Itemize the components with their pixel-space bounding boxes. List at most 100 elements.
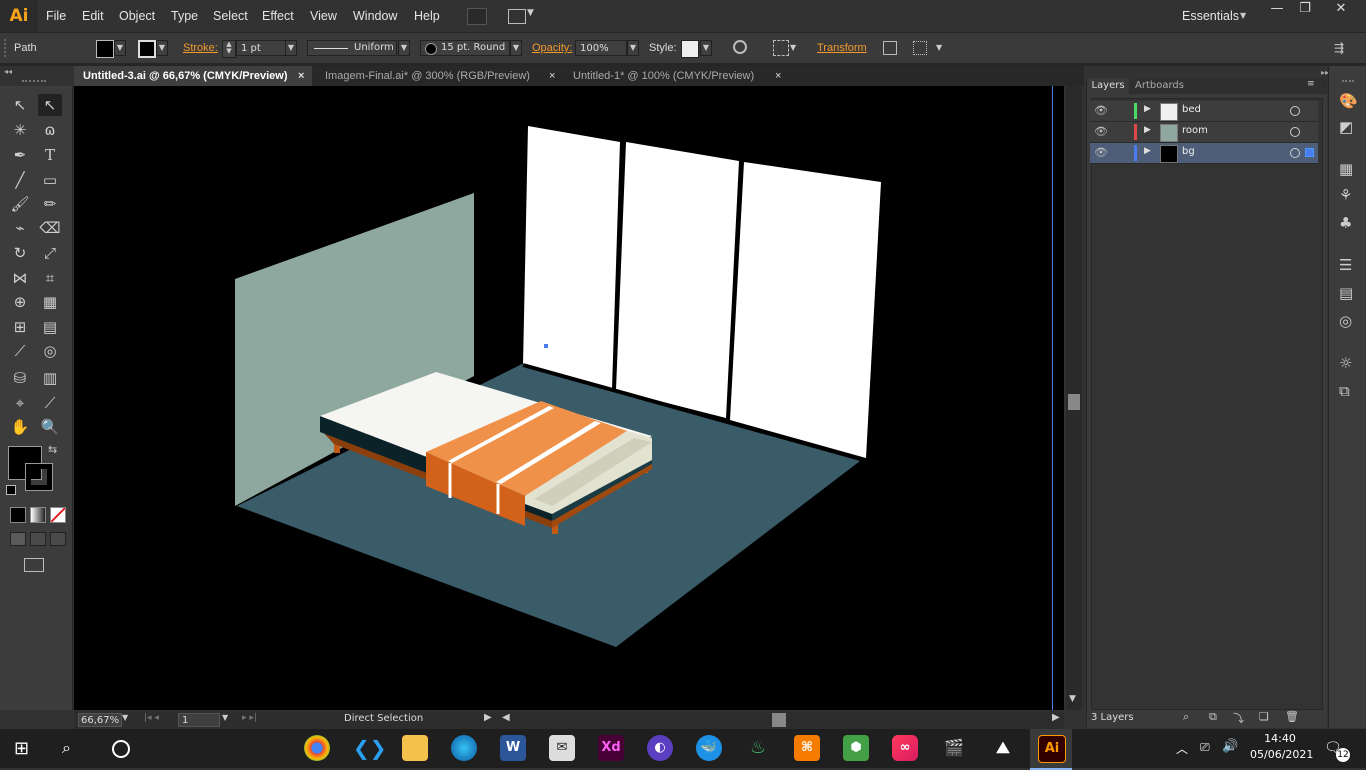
close-icon[interactable]: × <box>298 66 304 86</box>
last-artboard-icon[interactable]: ▸ ▸| <box>242 713 257 723</box>
expand-arrow-icon[interactable]: ▶ <box>1144 146 1151 156</box>
eyedropper-tool-icon[interactable]: ⟋ <box>8 340 32 362</box>
free-transform-tool-icon[interactable]: ⌗ <box>38 267 62 289</box>
workspace-switcher[interactable]: Essentials <box>1182 0 1239 32</box>
target-icon[interactable] <box>1290 127 1300 137</box>
volume-icon[interactable]: 🔊 <box>1222 739 1238 754</box>
draw-behind-icon[interactable] <box>30 532 46 546</box>
xampp-icon[interactable]: ⌘ <box>794 735 820 761</box>
chevron-down-icon[interactable]: ▼ <box>936 43 942 52</box>
gitkraken-icon[interactable]: ♨ <box>745 735 771 761</box>
brushes-icon[interactable]: ⚘ <box>1339 186 1352 204</box>
cube-app-icon[interactable]: ⬢ <box>843 735 869 761</box>
illustrator-icon[interactable]: Ai <box>1038 735 1066 763</box>
screen-mode-icon[interactable] <box>24 558 44 572</box>
windows-start-icon[interactable]: ⊞ <box>14 738 29 759</box>
artboard-canvas[interactable] <box>74 86 1064 710</box>
slice-tool-icon[interactable]: ⟋ <box>38 392 62 414</box>
expand-arrow-icon[interactable]: ▶ <box>1144 104 1151 114</box>
scroll-right-icon[interactable]: ▶ <box>1052 712 1060 723</box>
chevron-down-icon[interactable]: ▼ <box>510 40 522 56</box>
paintbrush-tool-icon[interactable]: 🖌 <box>8 193 32 215</box>
shape-builder-tool-icon[interactable]: ⊕ <box>8 291 32 313</box>
layer-row-bg[interactable]: 👁 ▶ bg <box>1090 143 1318 164</box>
menu-file[interactable]: File <box>46 0 66 32</box>
selection-tool-icon[interactable]: ↖ <box>8 94 32 116</box>
recolor-artwork-icon[interactable] <box>733 40 747 54</box>
horizontal-scroll-thumb[interactable] <box>772 713 786 727</box>
chevron-down-icon[interactable]: ▼ <box>700 40 712 56</box>
magic-wand-tool-icon[interactable]: ✳ <box>8 119 32 141</box>
artboard-tool-icon[interactable]: ⌖ <box>8 392 32 414</box>
width-tool-icon[interactable]: ⋈ <box>8 267 32 289</box>
expand-arrow-icon[interactable]: ▶ <box>1144 125 1151 135</box>
tab-artboards[interactable]: Artboards <box>1135 78 1184 94</box>
scroll-left-icon[interactable]: ◀ <box>502 712 510 723</box>
opacity-field[interactable]: 100% <box>575 40 627 56</box>
current-tool-status[interactable]: Direct Selection <box>344 713 423 724</box>
photos-icon[interactable]: ⛰ <box>990 735 1016 761</box>
layer-row-bed[interactable]: 👁 ▶ bed <box>1090 101 1318 122</box>
transform-link[interactable]: Transform <box>817 33 867 63</box>
scrollbar-thumb[interactable] <box>1068 394 1080 410</box>
video-editor-icon[interactable]: 🎬 <box>941 735 967 761</box>
scale-tool-icon[interactable]: ⤢ <box>38 242 62 264</box>
stroke-label[interactable]: Stroke: <box>183 33 218 63</box>
hand-tool-icon[interactable]: ✋ <box>8 416 32 438</box>
restore-button[interactable]: ❐ <box>1288 0 1322 20</box>
selection-indicator-icon[interactable] <box>1305 148 1314 157</box>
line-tool-icon[interactable]: ╱ <box>8 169 32 191</box>
network-icon[interactable]: ⎚ <box>1200 740 1210 755</box>
menu-edit[interactable]: Edit <box>82 0 104 32</box>
swap-colors-icon[interactable]: ⇆ <box>48 443 57 456</box>
artboard-number-field[interactable]: 1 <box>178 713 220 727</box>
type-tool-icon[interactable]: T <box>38 144 62 166</box>
perspective-grid-tool-icon[interactable]: ▦ <box>38 291 62 313</box>
bridge-icon[interactable] <box>467 8 487 25</box>
first-artboard-icon[interactable]: |◂ ◂ <box>144 713 159 723</box>
fill-swatch[interactable] <box>96 40 114 58</box>
close-icon[interactable]: × <box>775 66 781 86</box>
color-icon[interactable]: ◩ <box>1339 118 1353 136</box>
layer-name[interactable]: room <box>1182 125 1208 136</box>
mesh-tool-icon[interactable]: ⊞ <box>8 316 32 338</box>
stroke-weight-field[interactable]: 1 pt <box>236 40 286 56</box>
tab-imagem-final[interactable]: Imagem-Final.ai* @ 300% (RGB/Preview) × <box>316 66 562 86</box>
chrome-icon[interactable] <box>304 735 330 761</box>
menu-help[interactable]: Help <box>414 0 440 32</box>
color-guide-icon[interactable]: 🎨 <box>1339 92 1358 110</box>
delete-layer-icon[interactable]: 🗑 <box>1285 710 1299 723</box>
edge-icon[interactable] <box>451 735 477 761</box>
blend-tool-icon[interactable]: ◎ <box>38 340 62 362</box>
rectangle-tool-icon[interactable]: ▭ <box>38 169 62 191</box>
gradient-tool-icon[interactable]: ▤ <box>38 316 62 338</box>
gradient-mode-icon[interactable] <box>30 507 46 523</box>
tab-untitled-1[interactable]: Untitled-1* @ 100% (CMYK/Preview) × <box>566 66 790 86</box>
visibility-eye-icon[interactable]: 👁 <box>1094 125 1108 138</box>
chevron-down-icon[interactable]: ▼ <box>222 713 228 722</box>
creative-cloud-icon[interactable]: ∞ <box>892 735 918 761</box>
chevron-down-icon[interactable]: ▼ <box>627 40 639 56</box>
visibility-eye-icon[interactable]: 👁 <box>1094 146 1108 159</box>
column-graph-tool-icon[interactable]: ▥ <box>38 367 62 389</box>
style-swatch[interactable] <box>681 40 699 58</box>
isolate-icon[interactable] <box>913 41 927 55</box>
draw-inside-icon[interactable] <box>50 532 66 546</box>
make-clipping-mask-icon[interactable]: ⧉ <box>1209 710 1217 724</box>
stroke-swatch[interactable] <box>138 40 156 58</box>
transparency-icon[interactable]: ◎ <box>1339 312 1352 330</box>
stepper-icon[interactable]: ▲ ▼ <box>222 40 236 58</box>
brush-dropdown[interactable]: 15 pt. Round <box>420 40 510 56</box>
arrange-documents-icon[interactable] <box>508 9 526 24</box>
menu-window[interactable]: Window <box>353 0 397 32</box>
layer-name[interactable]: bed <box>1182 104 1201 115</box>
target-icon[interactable] <box>1290 148 1300 158</box>
chevron-down-icon[interactable]: ▼ <box>1240 11 1246 20</box>
chevron-down-icon[interactable]: ▼ <box>398 40 410 56</box>
menu-effect[interactable]: Effect <box>262 0 294 32</box>
adobe-xd-icon[interactable]: Xd <box>598 735 624 761</box>
eraser-tool-icon[interactable]: ⌫ <box>38 217 62 239</box>
swatches-icon[interactable]: ▦ <box>1339 160 1353 178</box>
chevron-down-icon[interactable]: ▼ <box>527 8 534 18</box>
chevron-down-icon[interactable]: ▼ <box>156 40 168 56</box>
